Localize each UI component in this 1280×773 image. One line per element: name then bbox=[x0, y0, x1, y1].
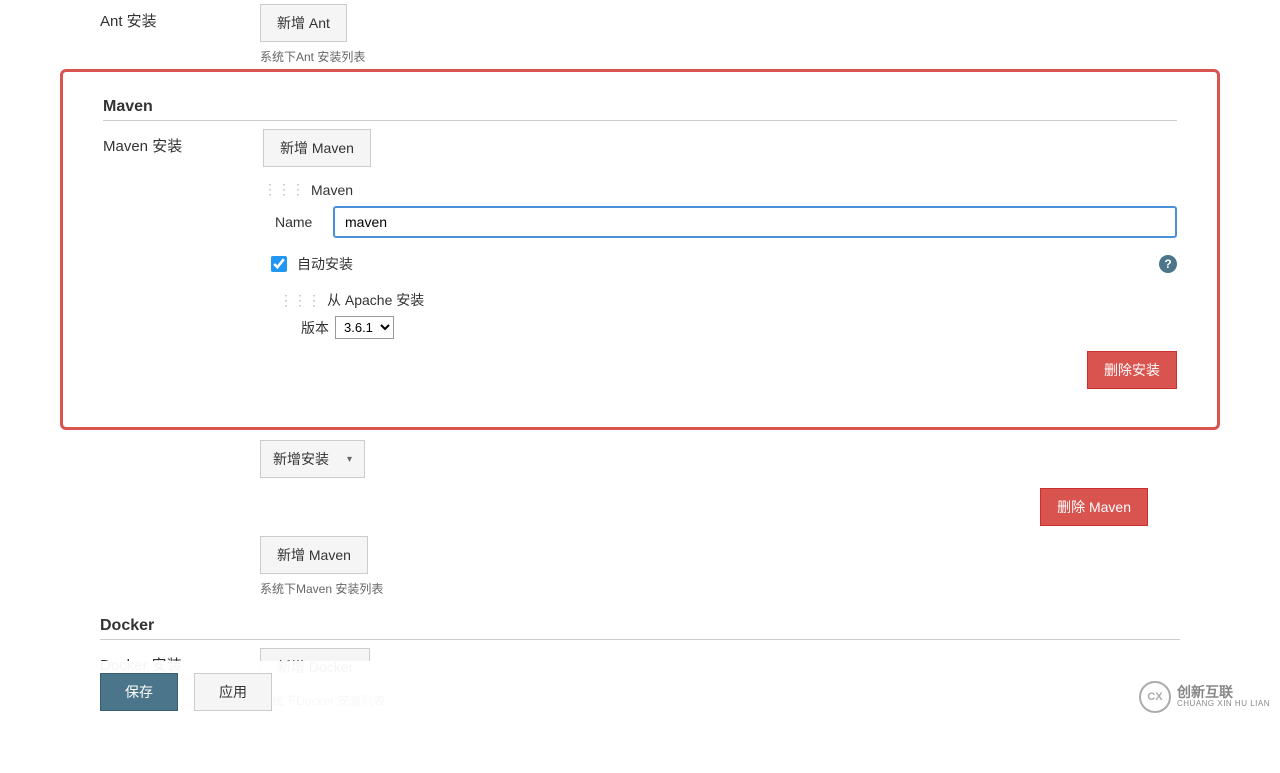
watermark: CX 创新互联 CHUANG XIN HU LIAN bbox=[1139, 681, 1270, 713]
ant-section: Ant 安装 新增 Ant 系统下Ant 安装列表 bbox=[100, 0, 1180, 69]
ant-desc: 系统下Ant 安装列表 bbox=[260, 48, 1180, 65]
version-row: 版本 3.6.1 bbox=[301, 316, 1177, 339]
docker-title: Docker bbox=[100, 617, 1180, 640]
version-select[interactable]: 3.6.1 bbox=[335, 316, 394, 339]
chevron-down-icon: ▾ bbox=[347, 454, 352, 465]
watermark-line2: CHUANG XIN HU LIAN bbox=[1177, 700, 1270, 709]
name-label: Name bbox=[275, 214, 325, 230]
maven-installer-block: ⋮⋮⋮ Maven Name 自动安装 ? ⋮⋮⋮ bbox=[263, 167, 1177, 407]
ant-label: Ant 安装 bbox=[100, 4, 260, 65]
maven-add-installer-row: 新增安装 ▾ 删除 Maven 新增 Maven 系统下Maven 安装列表 bbox=[100, 430, 1180, 601]
add-maven-button[interactable]: 新增 Maven bbox=[263, 129, 371, 167]
name-row: Name bbox=[275, 206, 1177, 238]
version-label: 版本 bbox=[301, 318, 329, 338]
drag-icon[interactable]: ⋮⋮⋮ bbox=[279, 292, 321, 309]
maven-installer-title: Maven bbox=[311, 182, 353, 198]
watermark-logo-icon: CX bbox=[1139, 681, 1171, 713]
save-button[interactable]: 保存 bbox=[100, 673, 178, 711]
maven-label: Maven 安装 bbox=[103, 129, 263, 407]
help-icon[interactable]: ? bbox=[1159, 255, 1177, 273]
name-input[interactable] bbox=[333, 206, 1177, 238]
apache-title: 从 Apache 安装 bbox=[327, 290, 424, 310]
maven-installer-header: ⋮⋮⋮ Maven bbox=[263, 181, 1177, 198]
drag-icon[interactable]: ⋮⋮⋮ bbox=[263, 181, 305, 198]
add-maven-button-2[interactable]: 新增 Maven bbox=[260, 536, 368, 574]
add-installer-dropdown[interactable]: 新增安装 ▾ bbox=[260, 440, 365, 478]
watermark-line1: 创新互联 bbox=[1177, 685, 1270, 700]
apache-header: ⋮⋮⋮ 从 Apache 安装 bbox=[279, 290, 1177, 310]
maven-title: Maven bbox=[103, 98, 1177, 121]
maven-desc: 系统下Maven 安装列表 bbox=[260, 580, 1180, 597]
apache-block: ⋮⋮⋮ 从 Apache 安装 版本 3.6.1 删除安装 bbox=[279, 290, 1177, 389]
delete-installer-button[interactable]: 删除安装 bbox=[1087, 351, 1177, 389]
footer: 保存 应用 bbox=[0, 661, 1280, 723]
delete-maven-button[interactable]: 删除 Maven bbox=[1040, 488, 1148, 526]
maven-section: Maven 安装 新增 Maven ⋮⋮⋮ Maven Name 自动安装 bbox=[103, 125, 1177, 411]
auto-install-label: 自动安装 bbox=[297, 254, 353, 274]
add-ant-button[interactable]: 新增 Ant bbox=[260, 4, 347, 42]
maven-highlight-box: Maven Maven 安装 新增 Maven ⋮⋮⋮ Maven Name bbox=[60, 69, 1220, 430]
apply-button[interactable]: 应用 bbox=[194, 673, 272, 711]
auto-install-checkbox[interactable] bbox=[271, 256, 287, 272]
auto-install-row: 自动安装 ? bbox=[271, 254, 1177, 274]
add-installer-label: 新增安装 bbox=[273, 449, 329, 469]
